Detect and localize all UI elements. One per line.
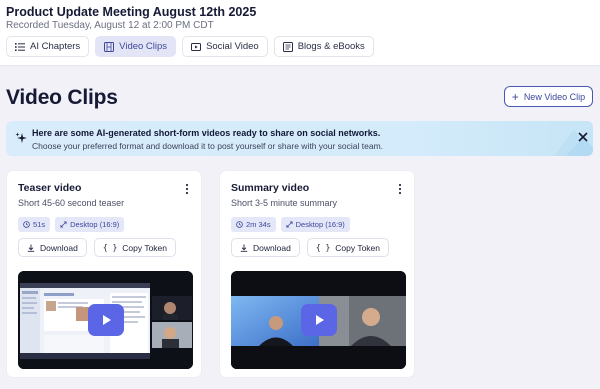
clock-icon: [236, 221, 243, 228]
more-options-icon[interactable]: [398, 183, 402, 195]
copy-token-button[interactable]: { } Copy Token: [306, 238, 389, 257]
info-banner: Here are some AI-generated short-form vi…: [6, 121, 593, 156]
copy-token-button[interactable]: { } Copy Token: [93, 238, 176, 257]
card-title: Summary video: [231, 182, 310, 194]
duration-label: 2m 34s: [246, 220, 271, 229]
meeting-header: Product Update Meeting August 12th 2025 …: [0, 0, 600, 66]
content-tabs: AI Chapters Video Clips Social Video Blo…: [6, 36, 374, 57]
tab-blogs-ebooks[interactable]: Blogs & eBooks: [273, 36, 374, 57]
tab-ai-chapters[interactable]: AI Chapters: [6, 36, 90, 57]
meeting-recorded-date: Recorded Tuesday, August 12 at 2:00 PM C…: [6, 20, 214, 31]
download-button[interactable]: Download: [231, 238, 300, 257]
tab-video-clips[interactable]: Video Clips: [95, 36, 177, 57]
tab-label: Blogs & eBooks: [297, 41, 365, 52]
book-icon: [282, 41, 293, 52]
play-box-icon: [191, 42, 202, 51]
card-subtitle: Short 45-60 second teaser: [18, 198, 125, 208]
tab-social-video[interactable]: Social Video: [182, 36, 268, 57]
close-icon[interactable]: [578, 132, 588, 142]
expand-icon: [60, 221, 67, 228]
video-thumbnail[interactable]: [231, 271, 406, 369]
play-button[interactable]: [301, 304, 337, 336]
duration-label: 51s: [33, 220, 46, 229]
play-icon: [103, 315, 111, 325]
format-label: Desktop (16:9): [295, 220, 345, 229]
braces-icon: { }: [315, 243, 331, 252]
more-options-icon[interactable]: [185, 183, 189, 195]
card-title: Teaser video: [18, 182, 82, 194]
banner-headline: Here are some AI-generated short-form vi…: [32, 128, 381, 138]
banner-description: Choose your preferred format and downloa…: [32, 141, 384, 151]
card-subtitle: Short 3-5 minute summary: [231, 198, 338, 208]
braces-icon: { }: [102, 243, 118, 252]
tab-label: AI Chapters: [30, 41, 81, 52]
video-clip-card-summary: Summary video Short 3-5 minute summary 2…: [219, 170, 415, 378]
meeting-title: Product Update Meeting August 12th 2025: [6, 5, 257, 19]
plus-icon: +: [511, 89, 519, 104]
duration-badge: 51s: [18, 217, 51, 232]
format-label: Desktop (16:9): [70, 220, 120, 229]
expand-icon: [286, 221, 293, 228]
new-video-clip-button[interactable]: + New Video Clip: [504, 86, 593, 107]
new-video-clip-label: New Video Clip: [523, 91, 586, 102]
tab-label: Video Clips: [119, 41, 168, 52]
download-label: Download: [40, 242, 78, 253]
film-icon: [104, 41, 115, 52]
video-clip-card-teaser: Teaser video Short 45-60 second teaser 5…: [6, 170, 202, 378]
download-label: Download: [253, 242, 291, 253]
copy-token-label: Copy Token: [335, 242, 380, 253]
list-icon: [15, 42, 25, 51]
tab-label: Social Video: [206, 41, 259, 52]
sparkle-icon: [15, 132, 27, 143]
copy-token-label: Copy Token: [122, 242, 167, 253]
download-icon: [27, 244, 35, 252]
download-button[interactable]: Download: [18, 238, 87, 257]
format-badge: Desktop (16:9): [280, 217, 350, 232]
format-badge: Desktop (16:9): [55, 217, 125, 232]
play-button[interactable]: [88, 304, 124, 336]
clock-icon: [23, 221, 30, 228]
play-icon: [316, 315, 324, 325]
download-icon: [240, 244, 248, 252]
duration-badge: 2m 34s: [231, 217, 276, 232]
page-title: Video Clips: [6, 86, 118, 109]
video-thumbnail[interactable]: [18, 271, 193, 369]
